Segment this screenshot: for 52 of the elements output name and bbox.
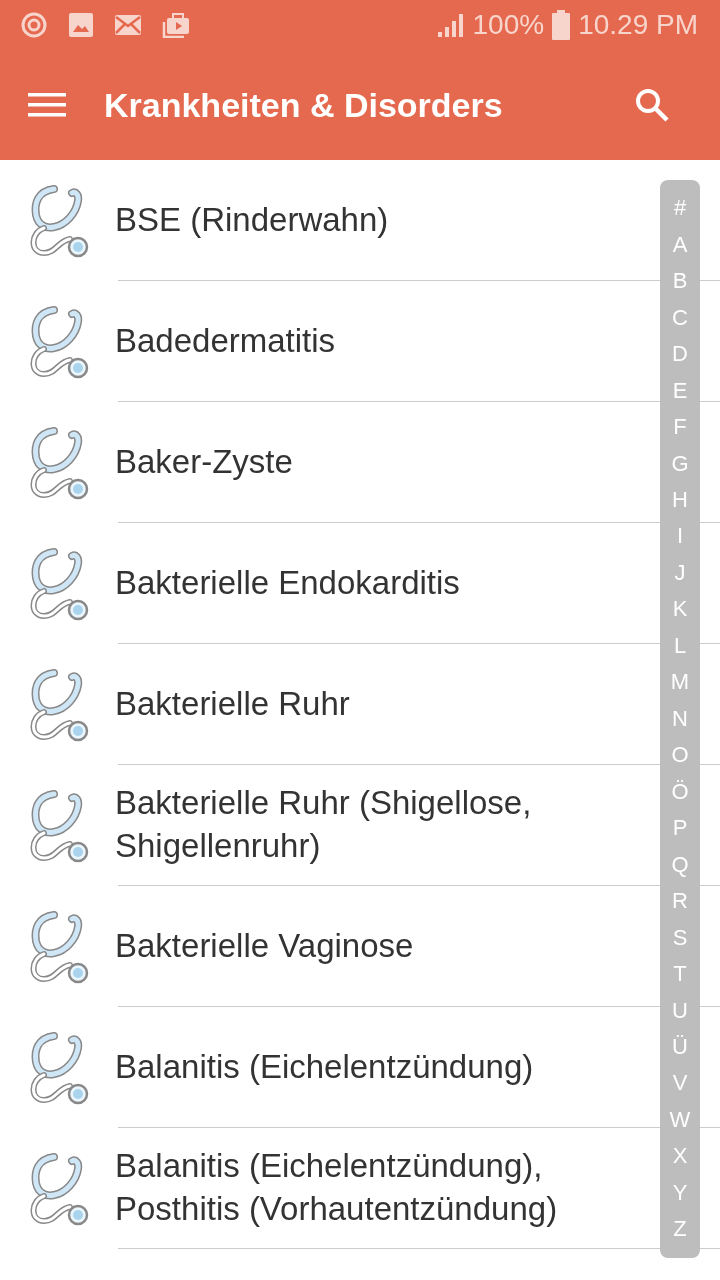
index-letter[interactable]: E xyxy=(672,379,688,402)
index-letter[interactable]: # xyxy=(673,197,687,220)
mail-icon xyxy=(114,14,142,36)
index-letter[interactable]: C xyxy=(672,306,688,329)
menu-icon xyxy=(28,91,66,119)
signal-icon xyxy=(436,12,465,38)
index-letter[interactable]: P xyxy=(672,817,688,840)
index-letter[interactable]: B xyxy=(672,270,688,293)
index-letter[interactable]: W xyxy=(669,1108,691,1131)
index-letter[interactable]: O xyxy=(671,744,689,767)
briefcase-icon xyxy=(162,12,190,38)
item-label: Balanitis (Eichelentzündung), Posthitis (Vorhautentzündung) xyxy=(115,1146,559,1229)
search-icon xyxy=(634,87,670,123)
app-title: Krankheiten & Disorders xyxy=(104,85,504,125)
index-letter[interactable]: G xyxy=(671,452,689,475)
index-letter[interactable]: N xyxy=(672,707,688,730)
battery-icon xyxy=(552,10,571,40)
menu-button[interactable] xyxy=(28,91,66,119)
item-label: Bakterielle Ruhr xyxy=(115,683,350,724)
index-letter[interactable]: Y xyxy=(672,1181,688,1204)
index-letter[interactable]: D xyxy=(672,343,688,366)
index-letter[interactable]: L xyxy=(673,634,687,657)
index-letter[interactable]: F xyxy=(673,416,687,439)
item-label: Bakterielle Endokarditis xyxy=(115,562,460,603)
index-letter[interactable]: Z xyxy=(673,1218,687,1241)
index-letter[interactable]: H xyxy=(672,489,688,511)
battery-percent: 100% xyxy=(472,9,545,41)
index-letter[interactable]: Ö xyxy=(671,780,689,803)
index-letter[interactable]: M xyxy=(670,671,690,694)
index-letter[interactable]: K xyxy=(672,598,688,621)
sync-icon xyxy=(20,11,48,39)
index-letter[interactable]: T xyxy=(673,963,687,986)
image-icon xyxy=(68,12,94,38)
index-letter[interactable]: I xyxy=(676,525,684,548)
index-letter[interactable]: Ü xyxy=(672,1036,688,1058)
clock: 10.29 PM xyxy=(578,9,698,41)
index-letter[interactable]: U xyxy=(672,999,688,1022)
index-letter[interactable]: V xyxy=(672,1072,688,1095)
index-letter[interactable]: S xyxy=(672,926,688,949)
item-label: Balanitis (Eichelentzündung) xyxy=(115,1046,534,1087)
index-letter[interactable]: A xyxy=(672,233,688,256)
index-letter[interactable]: Q xyxy=(671,853,689,876)
item-label: Bakterielle Vaginose xyxy=(115,925,414,966)
item-label: BSE (Rinderwahn) xyxy=(115,199,389,240)
item-label: Baker-Zyste xyxy=(115,441,293,482)
item-label: Badedermatitis xyxy=(115,320,336,361)
alphabet-index-bar[interactable]: # A B C D E F G H I J K L M N O Ö P Q R S T U Ü V W X Y Z xyxy=(660,180,700,1258)
index-letter[interactable]: J xyxy=(674,561,686,584)
index-letter[interactable]: X xyxy=(672,1145,688,1168)
index-letter[interactable]: R xyxy=(672,890,688,913)
search-button[interactable] xyxy=(634,87,670,123)
item-label: Bakterielle Ruhr (Shigellose, Shigellenruhr) xyxy=(115,783,533,866)
